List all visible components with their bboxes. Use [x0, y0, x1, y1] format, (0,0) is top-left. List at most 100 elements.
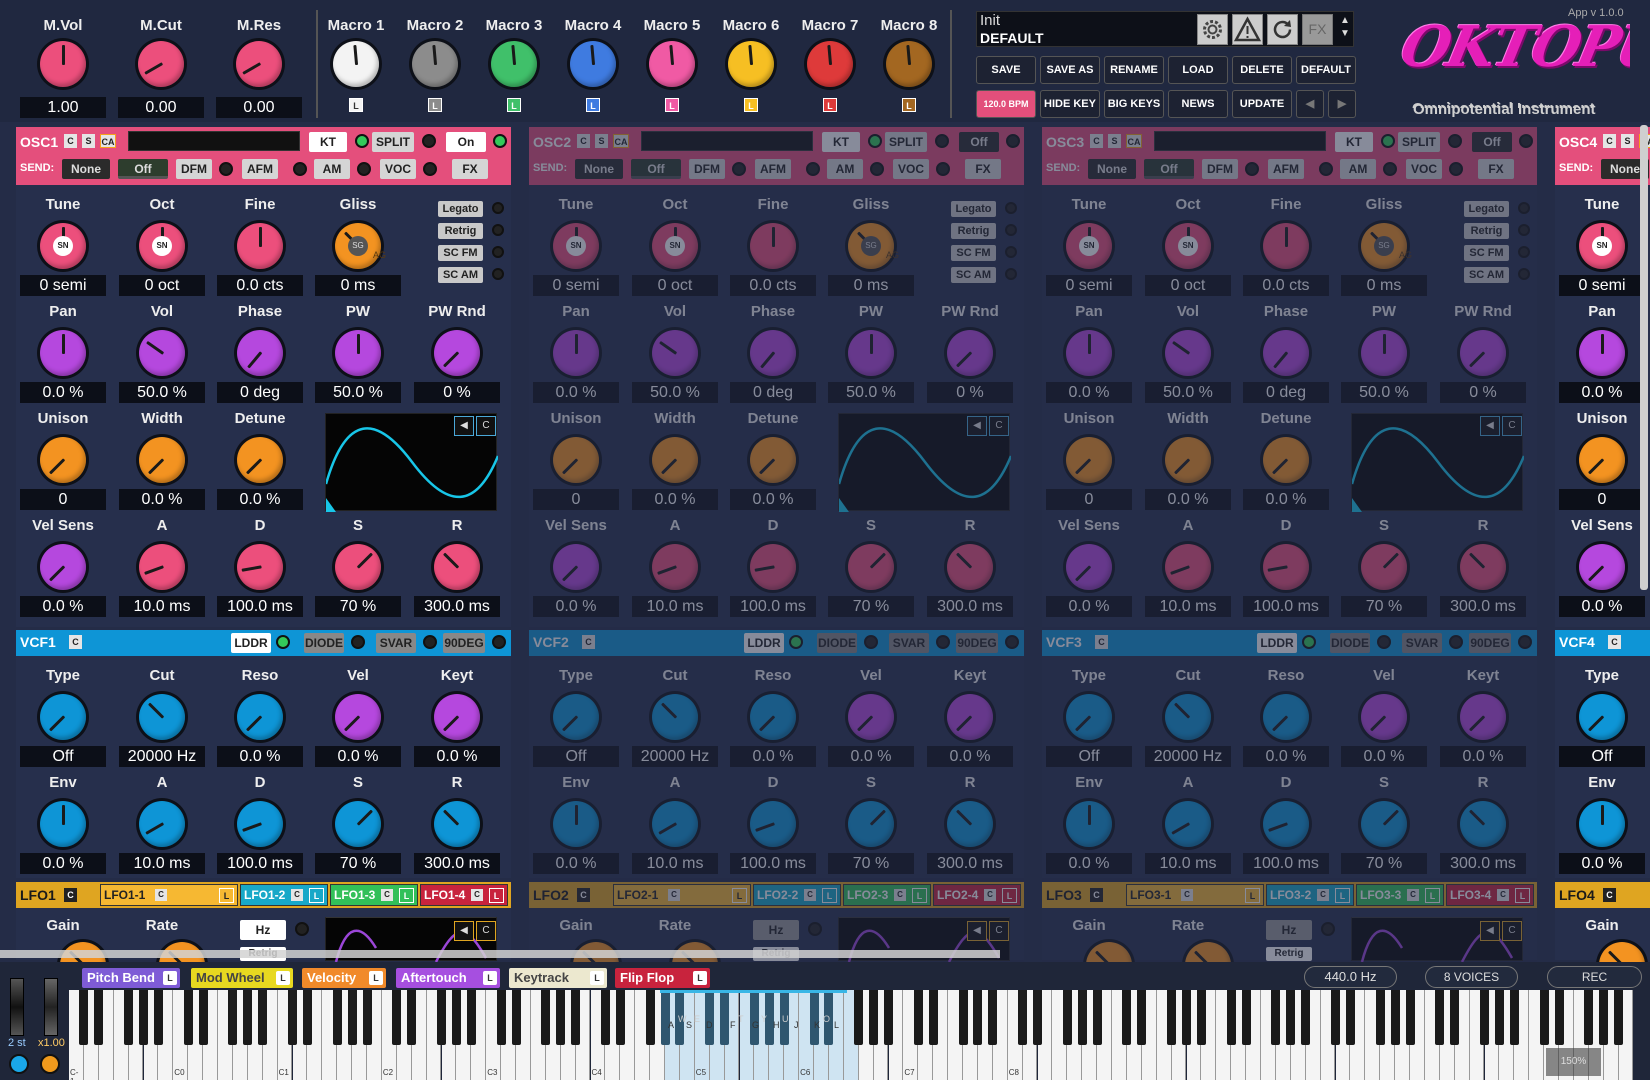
wave-copy-button[interactable]: C: [1502, 416, 1522, 436]
send-none-button[interactable]: None: [62, 159, 110, 179]
osc-oct-knob[interactable]: SN: [1165, 223, 1211, 269]
black-key[interactable]: [1435, 990, 1445, 1045]
osc-pw-rnd-value[interactable]: 0 %: [414, 382, 500, 403]
black-key[interactable]: [183, 990, 193, 1045]
master-knob-m-cut[interactable]: [138, 41, 184, 87]
vcf-mode-svar[interactable]: SVAR: [376, 633, 416, 653]
osc-legato-button[interactable]: Legato: [951, 201, 996, 217]
preset-120-0-bpm-button[interactable]: 120.0 BPM: [976, 90, 1036, 118]
copy-button[interactable]: C: [1090, 134, 1103, 148]
black-key[interactable]: [94, 990, 104, 1045]
osc-waveform-display[interactable]: ◀ C: [324, 413, 500, 512]
osc-legato-button[interactable]: Legato: [1464, 201, 1509, 217]
send-off-button[interactable]: Off: [118, 159, 168, 179]
vcf-cut-value[interactable]: 20000 Hz: [632, 746, 718, 767]
lfo-copy-button[interactable]: C: [577, 888, 590, 902]
vcf-vel-knob[interactable]: [335, 694, 381, 740]
mod-mult-knob[interactable]: [40, 1054, 60, 1074]
voc-button[interactable]: VOC: [1406, 159, 1442, 179]
osc-pw-knob[interactable]: [335, 330, 381, 376]
vcf-a-value[interactable]: 10.0 ms: [1145, 853, 1231, 874]
osc-retrig-button[interactable]: Retrig: [951, 223, 996, 239]
mod-source-flip-flop[interactable]: Flip Flop L: [615, 968, 710, 988]
osc-a-value[interactable]: 10.0 ms: [632, 596, 718, 617]
osc-pw-knob[interactable]: [848, 330, 894, 376]
fx-send-button[interactable]: FX: [452, 159, 488, 179]
vcf-vel-knob[interactable]: [848, 694, 894, 740]
osc-detune-value[interactable]: 0.0 %: [1243, 489, 1329, 510]
vcf-keyt-knob[interactable]: [1460, 694, 1506, 740]
osc-phase-value[interactable]: 0 deg: [217, 382, 303, 403]
osc-pw-rnd-value[interactable]: 0 %: [1440, 382, 1526, 403]
macro-knob-4[interactable]: [570, 41, 616, 87]
lfo-sub-learn[interactable]: L: [489, 888, 504, 903]
osc-r-value[interactable]: 300.0 ms: [927, 596, 1013, 617]
dfm-button[interactable]: DFM: [689, 159, 725, 179]
vcf-s-value[interactable]: 70 %: [315, 853, 401, 874]
lfo-copy-button[interactable]: C: [64, 888, 77, 902]
vcf-env-value[interactable]: 0.0 %: [533, 853, 619, 874]
fx-send-button[interactable]: FX: [965, 159, 1001, 179]
osc-vel-sens-knob[interactable]: [40, 544, 86, 590]
black-key[interactable]: [809, 990, 819, 1045]
vcf-d-value[interactable]: 100.0 ms: [217, 853, 303, 874]
osc-tune-value[interactable]: 0 semi: [533, 275, 619, 296]
vcf-mode-lddr[interactable]: LDDR: [1257, 633, 1297, 653]
lfo-sub-copy[interactable]: C: [894, 889, 906, 901]
osc-sc-fm-button[interactable]: SC FM: [1464, 245, 1509, 261]
black-key[interactable]: [1077, 990, 1087, 1045]
black-key[interactable]: [1509, 990, 1519, 1045]
preset-delete-button[interactable]: DELETE: [1232, 56, 1292, 84]
lfo-sub-learn[interactable]: L: [219, 888, 234, 903]
osc-unison-value[interactable]: 0: [1046, 489, 1132, 510]
split-button[interactable]: SPLIT: [1398, 132, 1440, 152]
vcf-r-value[interactable]: 300.0 ms: [1440, 853, 1526, 874]
osc-gliss-value[interactable]: 0 ms: [1341, 275, 1427, 296]
vcf-copy-button[interactable]: C: [582, 635, 595, 649]
black-key[interactable]: [556, 990, 566, 1045]
osc-oct-value[interactable]: 0 oct: [1145, 275, 1231, 296]
black-key[interactable]: [466, 990, 476, 1045]
vcf-mode-diode[interactable]: DIODE: [304, 633, 344, 653]
osc-gliss-knob[interactable]: SG: [1361, 223, 1407, 269]
pitch-range-knob[interactable]: [9, 1054, 29, 1074]
black-key[interactable]: [496, 990, 506, 1045]
preset-big-keys-button[interactable]: BIG KEYS: [1104, 90, 1164, 118]
osc-width-knob[interactable]: [1165, 437, 1211, 483]
preset-hide-key-button[interactable]: HIDE KEY: [1040, 90, 1100, 118]
split-button[interactable]: SPLIT: [885, 132, 927, 152]
preset-news-button[interactable]: NEWS: [1168, 90, 1228, 118]
macro-knob-2[interactable]: [412, 41, 458, 87]
osc-r-knob[interactable]: [1460, 544, 1506, 590]
osc-width-value[interactable]: 0.0 %: [632, 489, 718, 510]
osc-pan-knob[interactable]: [553, 330, 599, 376]
lfo-sub-copy[interactable]: C: [1181, 889, 1193, 901]
osc-d-value[interactable]: 100.0 ms: [217, 596, 303, 617]
osc-unison-knob[interactable]: [553, 437, 599, 483]
osc-unison-value[interactable]: 0: [1559, 489, 1645, 510]
macro-learn-button[interactable]: L: [349, 98, 363, 112]
vcf-mode-lddr[interactable]: LDDR: [744, 633, 784, 653]
vcf-a-value[interactable]: 10.0 ms: [119, 853, 205, 874]
osc-phase-knob[interactable]: [1263, 330, 1309, 376]
mod-source-learn[interactable]: L: [276, 971, 290, 985]
black-key[interactable]: [139, 990, 148, 1045]
osc-fine-value[interactable]: 0.0 cts: [1243, 275, 1329, 296]
lfo-sub-tab[interactable]: LFO1-4 C L: [420, 884, 508, 906]
osc-vel-sens-value[interactable]: 0.0 %: [20, 596, 106, 617]
osc-fine-value[interactable]: 0.0 cts: [217, 275, 303, 296]
lfo-sub-tab[interactable]: LFO1-2 C L: [240, 884, 328, 906]
vcf-env-value[interactable]: 0.0 %: [20, 853, 106, 874]
osc-pan-value[interactable]: 0.0 %: [20, 382, 106, 403]
osc-a-value[interactable]: 10.0 ms: [119, 596, 205, 617]
vcf-keyt-value[interactable]: 0.0 %: [1440, 746, 1526, 767]
voc-button[interactable]: VOC: [893, 159, 929, 179]
osc-oct-value[interactable]: 0 oct: [632, 275, 718, 296]
osc-s-knob[interactable]: [1361, 544, 1407, 590]
osc-detune-knob[interactable]: [237, 437, 283, 483]
master-knob-m-res[interactable]: [236, 41, 282, 87]
am-button[interactable]: AM: [314, 159, 350, 179]
black-key[interactable]: [1167, 990, 1177, 1045]
black-key[interactable]: [973, 990, 983, 1045]
macro-knob-1[interactable]: [333, 41, 379, 87]
